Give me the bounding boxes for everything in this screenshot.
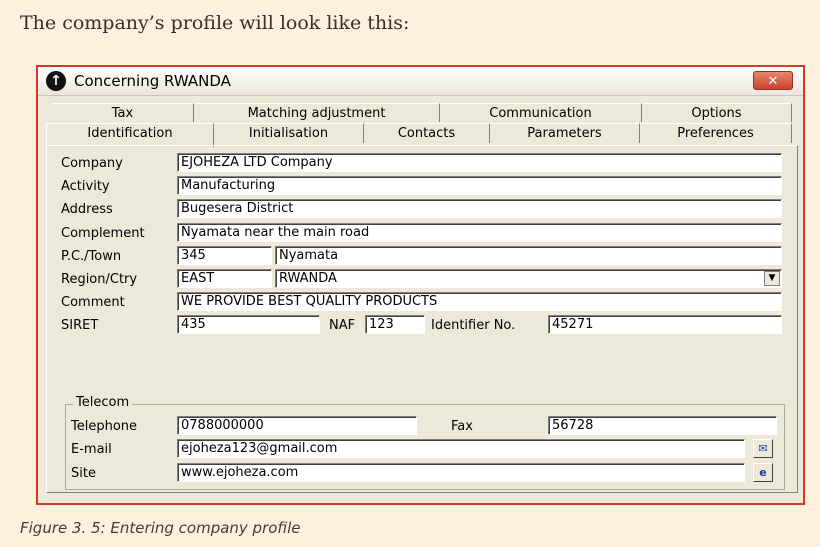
address-label: Address xyxy=(61,202,113,217)
siret-label: SIRET xyxy=(61,318,99,333)
pc-town-label: P.C./Town xyxy=(61,249,122,264)
email-field[interactable]: ejoheza123@gmail.com xyxy=(177,439,745,458)
chevron-down-icon[interactable]: ▼ xyxy=(764,271,780,286)
company-field[interactable]: EJOHEZA LTD Company xyxy=(177,153,782,172)
fax-field[interactable]: 56728 xyxy=(548,416,777,435)
telephone-label: Telephone xyxy=(71,419,138,434)
tab-initialisation[interactable]: Initialisation xyxy=(214,123,364,143)
comment-field[interactable]: WE PROVIDE BEST QUALITY PRODUCTS xyxy=(177,292,782,311)
tab-identification[interactable]: Identification xyxy=(46,123,214,147)
tab-matching-adjustment[interactable]: Matching adjustment xyxy=(194,103,440,122)
fax-label: Fax xyxy=(451,419,473,434)
complement-field[interactable]: Nyamata near the main road xyxy=(177,223,782,242)
comment-label: Comment xyxy=(61,295,125,310)
region-field[interactable]: EAST xyxy=(177,269,272,288)
activity-field[interactable]: Manufacturing xyxy=(177,176,782,195)
naf-field[interactable]: 123 xyxy=(365,315,425,334)
figure-caption: Figure 3. 5: Entering company profile xyxy=(20,519,301,537)
naf-label: NAF xyxy=(329,318,356,333)
town-field[interactable]: Nyamata xyxy=(275,246,782,265)
email-label: E-mail xyxy=(71,442,112,457)
address-field[interactable]: Bugesera District xyxy=(177,199,782,218)
tab-communication[interactable]: Communication xyxy=(440,103,642,122)
country-select[interactable]: RWANDA ▼ xyxy=(275,269,782,288)
tab-contacts[interactable]: Contacts xyxy=(364,123,490,143)
telecom-group-label: Telecom xyxy=(73,395,133,410)
siret-field[interactable]: 435 xyxy=(177,315,320,334)
site-label: Site xyxy=(71,466,96,481)
intro-text: The company’s profile will look like thi… xyxy=(20,12,410,34)
company-profile-window: ↑ Concerning RWANDA ✕ Tax Matching adjus… xyxy=(36,65,805,505)
country-select-value: RWANDA xyxy=(279,271,337,286)
identification-page: Company EJOHEZA LTD Company Activity Man… xyxy=(46,145,798,493)
company-label: Company xyxy=(61,156,123,171)
postal-code-field[interactable]: 345 xyxy=(177,246,272,265)
complement-label: Complement xyxy=(61,226,145,241)
tab-preferences[interactable]: Preferences xyxy=(640,123,792,143)
title-bar[interactable]: ↑ Concerning RWANDA ✕ xyxy=(38,67,803,96)
site-field[interactable]: www.ejoheza.com xyxy=(177,463,745,482)
close-button[interactable]: ✕ xyxy=(753,71,793,90)
tab-parameters[interactable]: Parameters xyxy=(490,123,640,143)
dialog-panel: Tax Matching adjustment Communication Op… xyxy=(44,99,799,495)
telephone-field[interactable]: 0788000000 xyxy=(177,416,417,435)
activity-label: Activity xyxy=(61,179,110,194)
info-arrow-icon: ↑ xyxy=(46,71,66,91)
tab-tax[interactable]: Tax xyxy=(52,103,194,122)
tab-strip: Tax Matching adjustment Communication Op… xyxy=(44,101,799,147)
identifier-field[interactable]: 45271 xyxy=(548,315,782,334)
envelope-icon[interactable]: ✉ xyxy=(753,439,773,458)
region-country-label: Region/Ctry xyxy=(61,272,138,287)
browser-icon[interactable]: e xyxy=(753,463,773,482)
window-title: Concerning RWANDA xyxy=(74,72,231,90)
tab-options[interactable]: Options xyxy=(642,103,792,122)
identifier-label: Identifier No. xyxy=(431,318,516,333)
